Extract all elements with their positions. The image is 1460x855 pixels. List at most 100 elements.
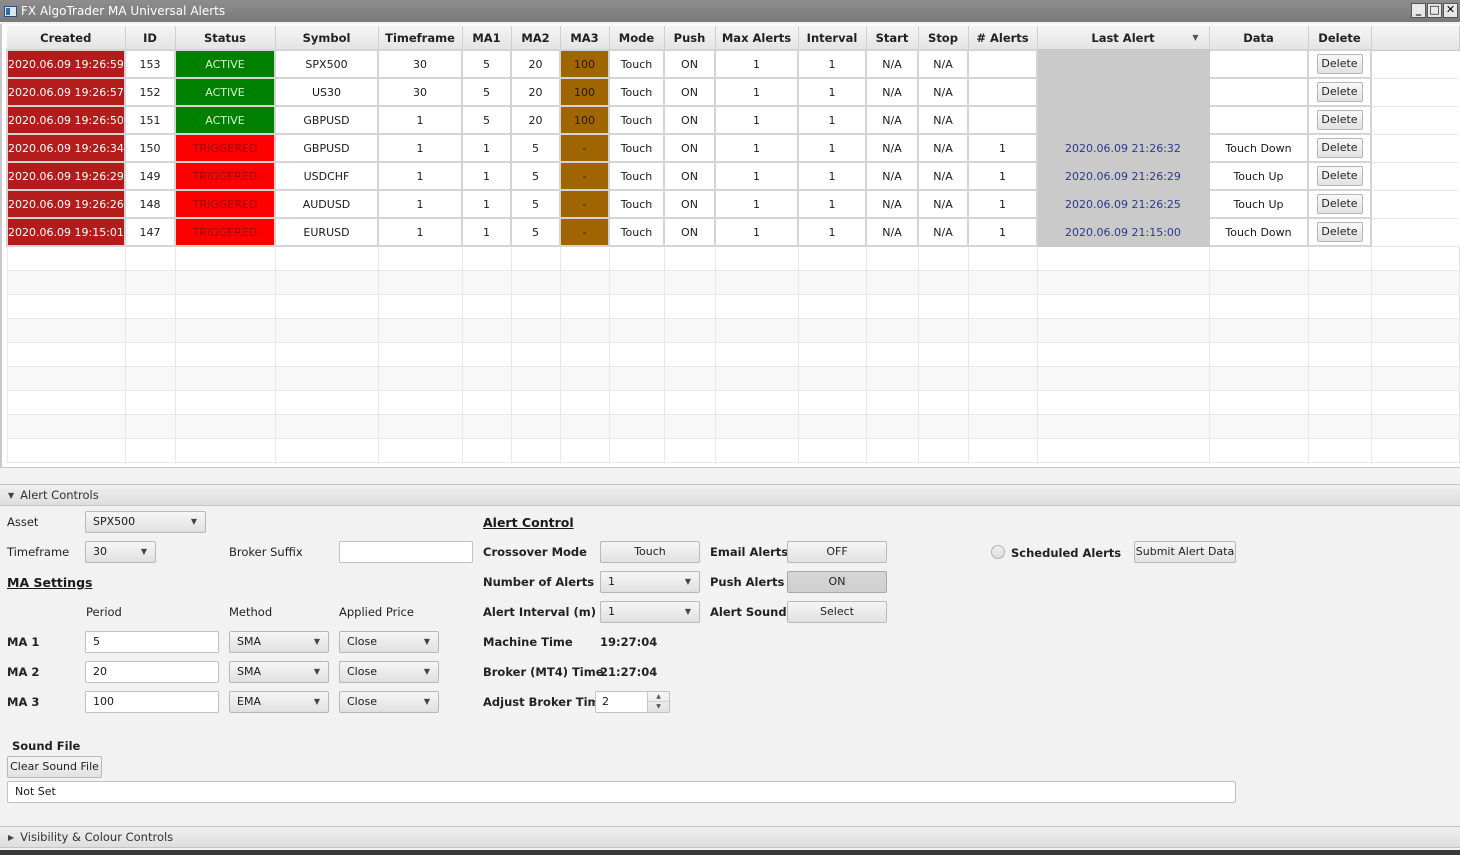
ma1-period-input[interactable]: 5 (85, 631, 219, 653)
ma2-method-select[interactable]: SMA ▼ (229, 661, 329, 683)
table-row[interactable]: 2020.06.09 19:15:01 147 TRIGGERED EURUSD 1 1 5… (6, 217, 1459, 247)
cell-stop: N/A (917, 161, 969, 191)
column-header-status[interactable]: Status (175, 26, 276, 51)
column-header-alerts[interactable]: # Alerts (968, 26, 1038, 51)
ma2-price-select[interactable]: Close ▼ (339, 661, 439, 683)
adjust-broker-time-spinner[interactable]: 2 ▲ ▼ (595, 691, 670, 713)
cell-alerts (967, 105, 1038, 135)
ma2-period-input[interactable]: 20 (85, 661, 219, 683)
ma1-price-select[interactable]: Close ▼ (339, 631, 439, 653)
cell-ma3: - (559, 217, 610, 247)
close-button[interactable]: ✕ (1443, 3, 1458, 18)
column-header-timeframe[interactable]: Timeframe (378, 26, 463, 51)
empty-cell (1208, 293, 1309, 319)
visibility-colour-controls-header[interactable]: ▶ Visibility & Colour Controls (0, 826, 1460, 848)
empty-cell (6, 413, 126, 439)
empty-cell (274, 413, 379, 439)
empty-cell (124, 437, 176, 463)
empty-cell (917, 437, 969, 463)
empty-cell (967, 389, 1038, 415)
empty-cell (663, 245, 716, 271)
cell-filler (1371, 218, 1459, 247)
empty-cell (967, 341, 1038, 367)
empty-cell (6, 317, 126, 343)
table-row[interactable]: 2020.06.09 19:26:34 150 TRIGGERED GBPUSD 1 1 5… (6, 133, 1459, 163)
table-row[interactable]: 2020.06.09 19:26:26 148 TRIGGERED AUDUSD 1 1 5… (6, 189, 1459, 219)
sound-file-path-field[interactable]: Not Set (7, 781, 1236, 803)
cell-ma2: 5 (510, 217, 561, 247)
table-row[interactable]: 2020.06.09 19:26:59 153 ACTIVE SPX500 30 5 20 1… (6, 49, 1459, 79)
crossover-mode-button[interactable]: Touch (600, 541, 700, 563)
timeframe-select[interactable]: 30 ▼ (85, 541, 156, 563)
table-row[interactable]: 2020.06.09 19:26:50 151 ACTIVE GBPUSD 1 5 20 10… (6, 105, 1459, 135)
number-of-alerts-select[interactable]: 1 ▼ (600, 571, 700, 593)
alert-controls-header[interactable]: ▼ Alert Controls (0, 484, 1460, 506)
empty-cell (461, 413, 512, 439)
empty-cell (124, 293, 176, 319)
asset-select[interactable]: SPX500 ▼ (85, 511, 206, 533)
delete-button[interactable]: Delete (1316, 194, 1363, 214)
column-header-delete[interactable]: Delete (1308, 26, 1372, 51)
delete-button[interactable]: Delete (1316, 82, 1363, 102)
cell-symbol: USDCHF (274, 161, 379, 191)
column-header-symbol[interactable]: Symbol (275, 26, 379, 51)
column-header-stop[interactable]: Stop (918, 26, 969, 51)
spin-up-icon[interactable]: ▲ (648, 692, 669, 702)
column-header-ma3[interactable]: MA3 (560, 26, 610, 51)
submit-alert-data-button[interactable]: Submit Alert Data (1134, 541, 1236, 563)
column-header-push[interactable]: Push (664, 26, 716, 51)
cell-interval: 1 (797, 161, 867, 191)
column-header-ma2[interactable]: MA2 (511, 26, 561, 51)
column-header-interval[interactable]: Interval (798, 26, 867, 51)
empty-cell (1370, 245, 1460, 271)
table-row[interactable]: 2020.06.09 19:26:57 152 ACTIVE US30 30 5 20 100… (6, 77, 1459, 107)
alert-sound-select-button[interactable]: Select (787, 601, 887, 623)
column-header-start[interactable]: Start (866, 26, 919, 51)
delete-button[interactable]: Delete (1316, 166, 1363, 186)
table-row[interactable]: 2020.06.09 19:26:29 149 TRIGGERED USDCHF 1 1 5… (6, 161, 1459, 191)
cell-mode: Touch (608, 105, 665, 135)
column-header-id[interactable]: ID (125, 26, 176, 51)
empty-cell (797, 413, 867, 439)
chevron-down-icon: ▼ (190, 517, 197, 526)
cell-max-alerts: 1 (714, 189, 799, 219)
ma1-method-select[interactable]: SMA ▼ (229, 631, 329, 653)
empty-cell (461, 269, 512, 295)
minimize-button[interactable]: _ (1411, 3, 1426, 18)
email-alerts-toggle[interactable]: OFF (787, 541, 887, 563)
column-header-mode[interactable]: Mode (609, 26, 665, 51)
cell-delete: Delete (1307, 189, 1372, 219)
empty-cell (1208, 341, 1309, 367)
spin-down-icon[interactable]: ▼ (648, 702, 669, 712)
ma3-price-select[interactable]: Close ▼ (339, 691, 439, 713)
delete-button[interactable]: Delete (1316, 54, 1363, 74)
delete-button[interactable]: Delete (1316, 222, 1363, 242)
alert-interval-select[interactable]: 1 ▼ (600, 601, 700, 623)
delete-button[interactable]: Delete (1316, 138, 1363, 158)
column-header-max-alerts[interactable]: Max Alerts (715, 26, 799, 51)
cell-push: ON (663, 49, 716, 79)
broker-time-label: Broker (MT4) Time (483, 665, 604, 679)
ma3-period-input[interactable]: 100 (85, 691, 219, 713)
machine-time-label: Machine Time (483, 635, 573, 649)
cell-start: N/A (865, 133, 919, 163)
column-header-created[interactable]: Created (7, 26, 126, 51)
clear-sound-file-button[interactable]: Clear Sound File (7, 756, 102, 778)
empty-cell (714, 341, 799, 367)
empty-cell (714, 413, 799, 439)
column-header-data[interactable]: Data (1209, 26, 1309, 51)
ma3-method-select[interactable]: EMA ▼ (229, 691, 329, 713)
cell-max-alerts: 1 (714, 105, 799, 135)
empty-cell (1208, 245, 1309, 271)
push-alerts-toggle[interactable]: ON (787, 571, 887, 593)
delete-button[interactable]: Delete (1316, 110, 1363, 130)
broker-suffix-input[interactable] (339, 541, 473, 563)
scheduled-alerts-radio[interactable] (991, 545, 1005, 559)
column-header-ma1[interactable]: MA1 (462, 26, 512, 51)
cell-id: 148 (124, 189, 176, 219)
maximize-button[interactable]: □ (1427, 3, 1442, 18)
cell-delete: Delete (1307, 217, 1372, 247)
cell-start: N/A (865, 217, 919, 247)
column-header-last-alert[interactable]: Last Alert ▼ (1037, 26, 1210, 51)
cell-status: ACTIVE (174, 49, 276, 79)
